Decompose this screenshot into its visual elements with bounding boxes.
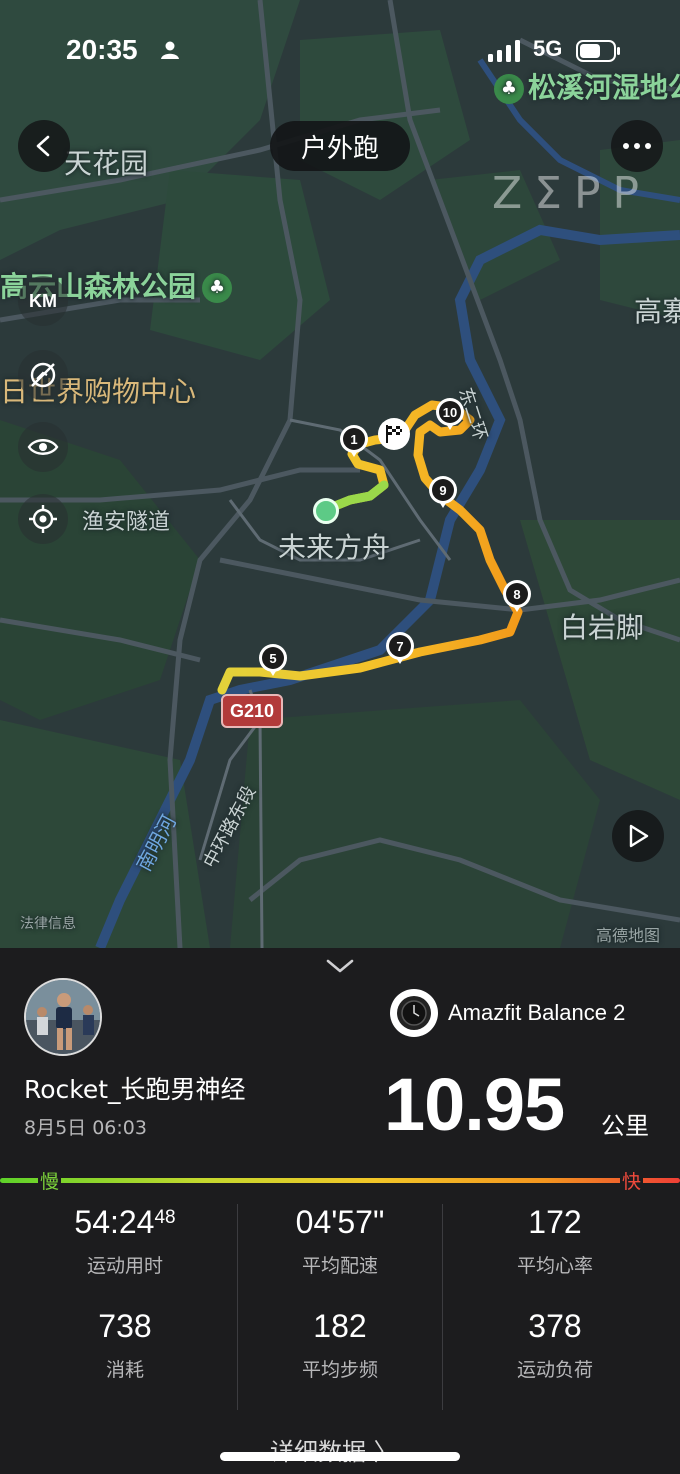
map-label-weilai: 未来方舟 — [278, 531, 391, 564]
hide-pace-button[interactable] — [18, 350, 68, 400]
km-marker-8[interactable]: 8 — [503, 580, 531, 614]
duration-subsec: 48 — [154, 1207, 176, 1228]
battery-icon — [576, 40, 620, 62]
crosshair-icon — [29, 505, 57, 533]
stat-load: 378 运动负荷 — [442, 1308, 668, 1382]
km-marker-7[interactable]: 7 — [386, 632, 414, 666]
detail-data-link[interactable]: 详细数据 〉 — [270, 1432, 398, 1467]
heart-rate-value: 172 — [528, 1204, 582, 1240]
back-button[interactable] — [18, 120, 70, 172]
watch-icon — [390, 989, 438, 1037]
speed-off-icon — [30, 362, 56, 388]
total-distance: 10.95 — [384, 1063, 565, 1146]
load-label: 运动负荷 — [516, 1359, 593, 1381]
network-type: 5G — [533, 36, 563, 61]
map-label-tianhua: 天花园 — [64, 147, 149, 180]
home-indicator[interactable] — [220, 1452, 460, 1461]
unit-toggle-button[interactable]: KM — [18, 276, 68, 326]
gaode-map-logo: 高德地图 — [596, 926, 661, 945]
duration-label: 运动用时 — [86, 1255, 163, 1277]
avatar[interactable] — [24, 978, 102, 1056]
stat-pace: 04'57" 平均配速 — [227, 1204, 453, 1278]
activity-date: 8月5日 06:03 — [24, 1117, 147, 1139]
play-replay-button[interactable] — [612, 810, 664, 862]
load-value: 378 — [528, 1308, 582, 1344]
eye-icon — [27, 439, 59, 455]
map-label-songxi: ♣ 松溪河湿地公 — [494, 66, 680, 106]
calories-label: 消耗 — [105, 1359, 144, 1381]
zepp-watermark: ZΣPP — [492, 168, 652, 219]
km-marker-1[interactable]: 1 — [340, 425, 368, 459]
km-marker-9[interactable]: 9 — [429, 476, 457, 510]
view-toggle-button[interactable] — [18, 422, 68, 472]
distance-unit: 公里 — [601, 1112, 649, 1140]
cadence-value: 182 — [313, 1308, 367, 1344]
finish-flag-icon — [378, 418, 410, 450]
stat-cadence: 182 平均步频 — [227, 1308, 453, 1382]
stat-calories: 738 消耗 — [12, 1308, 238, 1382]
map-label-gao: 高寨 — [634, 295, 680, 328]
cadence-label: 平均步频 — [301, 1359, 378, 1381]
more-dots-icon — [623, 143, 651, 149]
play-icon — [629, 824, 649, 848]
stats-grid: 54:2448 运动用时 04'57" 平均配速 172 平均心率 738 消耗… — [0, 1204, 680, 1414]
route-map[interactable]: 20:35 5G ♣ 松溪河湿地公 天花园 高云山森林公园 ♣ 高寨 日世界购物中心… — [0, 0, 680, 948]
person-icon — [161, 41, 179, 59]
pace-legend-bar — [0, 1178, 680, 1183]
road-shield-g210: G210 — [221, 694, 283, 728]
signal-icon — [488, 40, 520, 62]
chevron-left-icon — [36, 135, 50, 157]
status-time: 20:35 — [66, 34, 138, 65]
stat-heart-rate: 172 平均心率 — [442, 1204, 668, 1278]
device-name: Amazfit Balance 2 — [448, 1000, 626, 1025]
slow-label: 慢 — [38, 1167, 62, 1194]
page-title: 户外跑 — [270, 121, 410, 171]
heart-rate-label: 平均心率 — [516, 1255, 593, 1277]
pace-value: 04'57" — [295, 1204, 385, 1240]
km-marker-5[interactable]: 5 — [259, 644, 287, 678]
map-label-yuan-tunnel: 渔安隧道 — [82, 510, 171, 535]
locate-button[interactable] — [18, 494, 68, 544]
user-name: Rocket_长跑男神经 — [24, 1075, 246, 1104]
fast-label: 快 — [620, 1167, 644, 1194]
stat-duration: 54:2448 运动用时 — [12, 1204, 238, 1278]
legal-info-link[interactable]: 法律信息 — [20, 913, 76, 933]
duration-value: 54:24 — [74, 1204, 155, 1240]
route-start-icon — [313, 498, 339, 524]
pace-label: 平均配速 — [301, 1255, 378, 1277]
more-button[interactable] — [611, 120, 663, 172]
km-marker-10[interactable]: 10 — [436, 398, 464, 432]
calories-value: 738 — [98, 1308, 152, 1344]
summary-panel: Amazfit Balance 2 Rocket_长跑男神经 8月5日 06:0… — [0, 948, 680, 1474]
map-label-baiyanjiao: 白岩脚 — [560, 611, 645, 644]
device-info[interactable]: Amazfit Balance 2 — [390, 988, 625, 1038]
collapse-chevron-icon[interactable] — [325, 956, 355, 976]
